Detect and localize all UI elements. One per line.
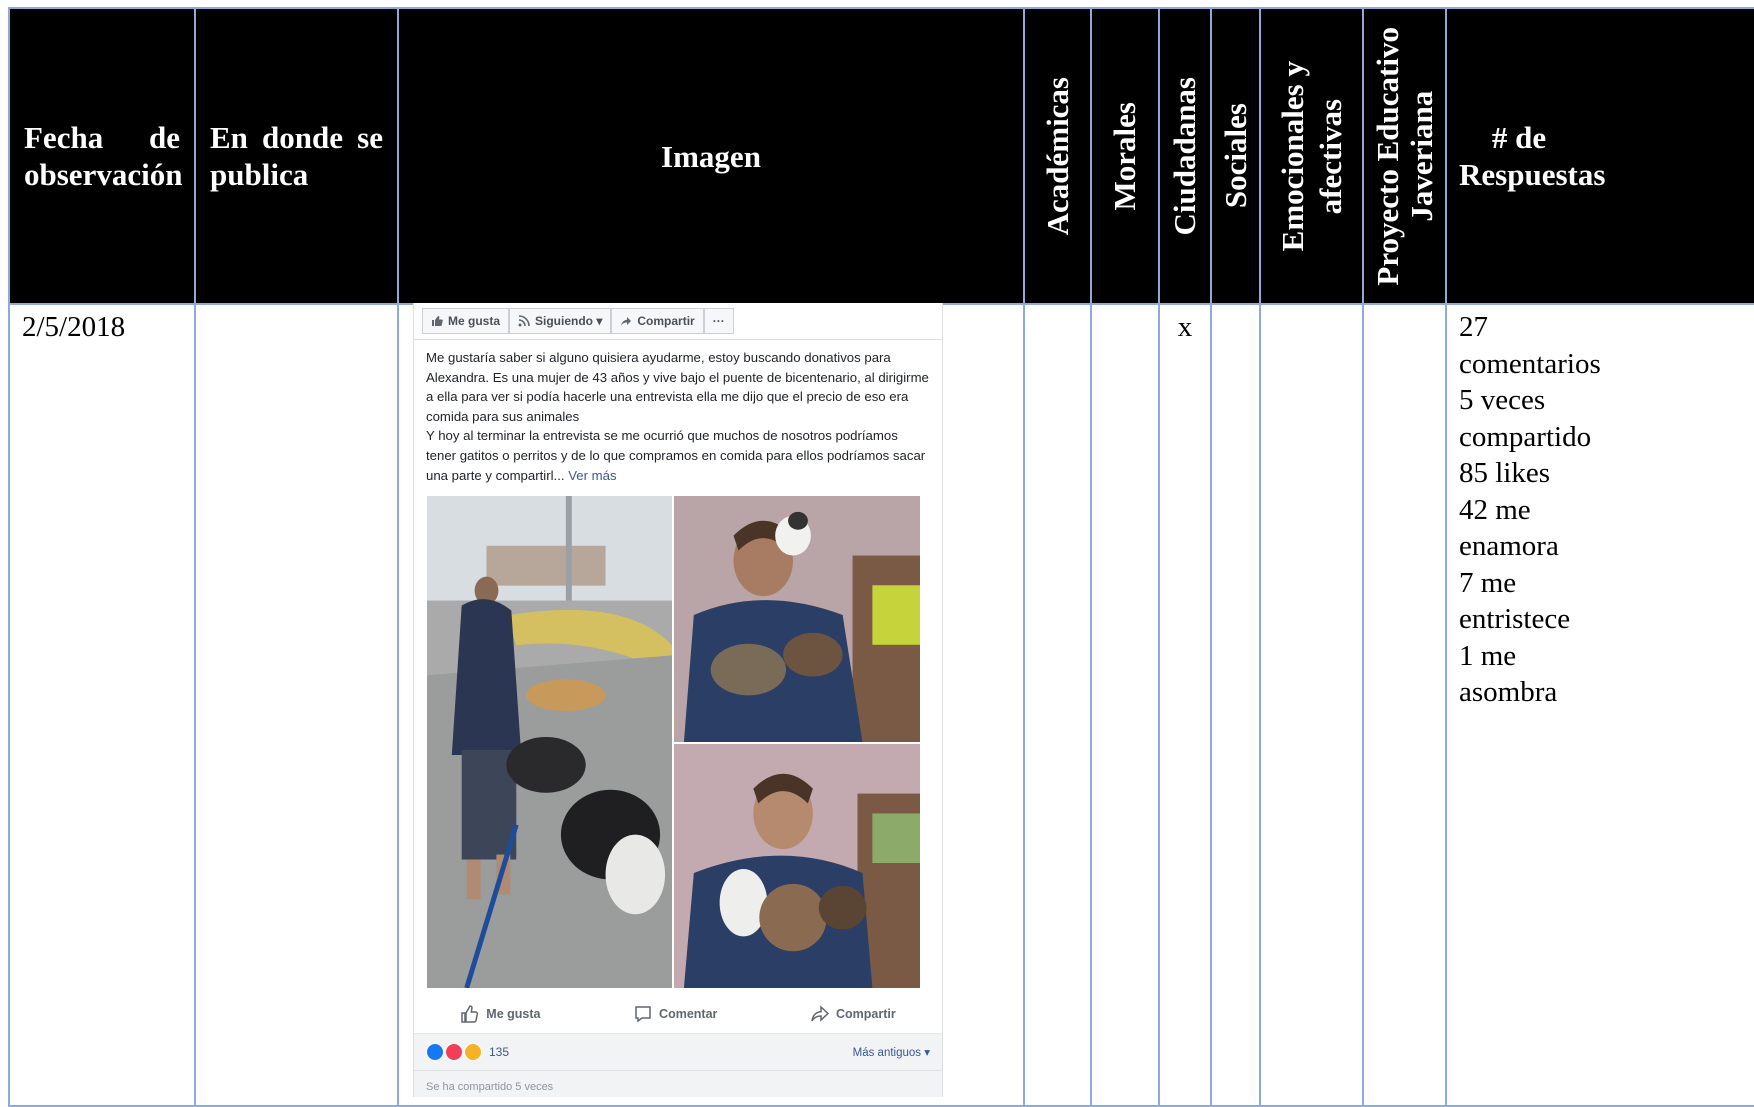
cell-ciudadanas: x: [1158, 303, 1212, 1107]
header-emocionales-line1: Emocionales y: [1274, 60, 1310, 252]
comment-button[interactable]: Comentar: [633, 1004, 717, 1024]
woman-with-cats-image-2: [674, 744, 920, 989]
shared-count-link[interactable]: Se ha compartido 5 veces: [414, 1071, 942, 1097]
post-paragraph-1: Me gustaría saber si alguno quisiera ayu…: [426, 350, 929, 424]
resp-comentarios: 27 comentarios: [1459, 311, 1601, 380]
resp-enamora: 42 me enamora: [1459, 493, 1559, 563]
photo-woman-with-cat-2[interactable]: [673, 743, 921, 990]
header-emocionales: Emocionales y afectivas: [1259, 7, 1364, 305]
cell-publica: [194, 303, 399, 1107]
more-options-button[interactable]: ···: [703, 308, 734, 334]
resp-compartido: 5 veces compartido: [1459, 384, 1592, 453]
rss-icon: [518, 315, 530, 327]
cell-sociales: [1210, 303, 1261, 1107]
photo-grid: [426, 495, 921, 990]
comment-icon: [635, 1006, 651, 1023]
header-pej-line1: Proyecto Educativo: [1369, 26, 1405, 286]
post-text: Me gustaría saber si alguno quisiera ayu…: [414, 340, 942, 485]
share-icon: [811, 1005, 830, 1022]
thumbs-up-icon: [432, 316, 443, 326]
share-button[interactable]: Compartir: [810, 1004, 896, 1024]
header-imagen: Imagen: [397, 7, 1025, 305]
reaction-count: 135: [489, 1045, 510, 1060]
post-paragraph-2: Y hoy al terminar la entrevista se me oc…: [426, 428, 926, 483]
header-publica: En donde se publica: [194, 7, 399, 305]
woman-with-dogs-image: [427, 496, 672, 989]
header-fecha: Fecha de observación: [8, 7, 196, 305]
header-academicas: Académicas: [1023, 7, 1092, 305]
top-like-button[interactable]: Me gusta: [422, 308, 510, 334]
top-share-button[interactable]: Compartir: [611, 308, 704, 334]
cell-imagen: Me gusta Siguiendo ▾ Compartir ··· Me gu…: [397, 303, 1025, 1107]
reactions-bar: 135 Más antiguos ▾: [414, 1034, 942, 1072]
facebook-post: Me gusta Siguiendo ▾ Compartir ··· Me gu…: [413, 303, 943, 1097]
header-ciudadanas: Ciudadanas: [1158, 7, 1212, 305]
cell-emocionales: [1259, 303, 1364, 1107]
top-follow-button[interactable]: Siguiendo ▾: [509, 308, 612, 334]
header-row: Fecha de observación En donde se publica…: [8, 7, 1754, 305]
woman-with-cats-image: [674, 496, 920, 743]
header-morales: Morales: [1090, 7, 1160, 305]
header-respuestas: # de Respuestas: [1445, 7, 1754, 305]
data-row: 2/5/2018 Me gusta Siguiendo ▾ Compartir: [8, 303, 1754, 1107]
cell-respuestas: 27 comentarios 5 veces compartido 85 lik…: [1445, 303, 1754, 1107]
sort-comments-dropdown[interactable]: Más antiguos ▾: [853, 1045, 930, 1059]
share-arrow-icon: [621, 317, 632, 326]
header-sociales: Sociales: [1210, 7, 1261, 305]
observation-table: Fecha de observación En donde se publica…: [8, 7, 1754, 1107]
like-reaction-icon: [426, 1043, 444, 1062]
thumbs-up-outline-icon: [461, 1005, 479, 1023]
header-pej-line2: Javeriana: [1403, 90, 1439, 222]
resp-entristece: 7 me entristece: [1459, 566, 1571, 636]
reactions-summary[interactable]: 135: [426, 1043, 510, 1062]
photo-woman-with-dogs[interactable]: [426, 495, 673, 990]
post-top-bar: Me gusta Siguiendo ▾ Compartir ···: [414, 303, 942, 340]
love-reaction-icon: [445, 1043, 463, 1062]
photo-woman-with-cat-1[interactable]: [673, 495, 921, 744]
resp-likes: 85 likes: [1459, 457, 1551, 489]
ciudadanas-mark: x: [1177, 311, 1193, 343]
header-pej: Proyecto Educativo Javeriana: [1362, 7, 1447, 305]
post-actions: Me gusta Comentar Compartir: [414, 995, 942, 1035]
cell-academicas: [1023, 303, 1092, 1107]
cell-morales: [1090, 303, 1160, 1107]
sad-reaction-icon: [464, 1043, 482, 1062]
cell-fecha: 2/5/2018: [8, 303, 196, 1107]
header-emocionales-line2: afectivas: [1312, 98, 1348, 214]
see-more-link[interactable]: Ver más: [568, 468, 616, 483]
like-button[interactable]: Me gusta: [460, 1004, 540, 1024]
cell-pej: [1362, 303, 1447, 1107]
resp-asombra: 1 me asombra: [1459, 639, 1558, 709]
